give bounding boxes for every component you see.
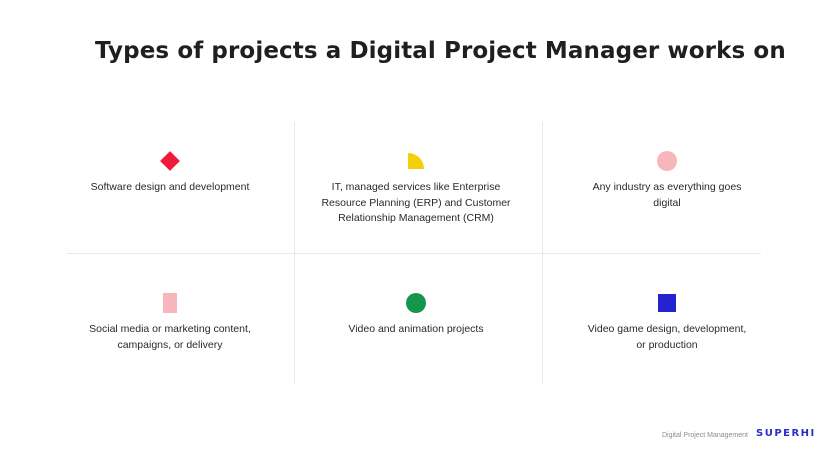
yellow-quarter-circle-icon — [405, 150, 427, 172]
red-diamond-icon — [159, 150, 181, 172]
green-circle-icon — [405, 292, 427, 314]
pink-circle-icon — [656, 150, 678, 172]
project-type-label: IT, managed services like Enterprise Res… — [321, 181, 511, 224]
project-type-label: Any industry as everything goes digital — [592, 181, 742, 209]
project-type-card: Software design and development — [67, 150, 273, 196]
project-types-grid: Software design and development IT, mana… — [67, 122, 761, 384]
project-type-card: IT, managed services like Enterprise Res… — [314, 150, 518, 227]
blue-square-icon — [656, 292, 678, 314]
project-type-card: Social media or marketing content, campa… — [82, 292, 258, 353]
grid-divider — [67, 253, 761, 254]
project-type-label: Social media or marketing content, campa… — [89, 323, 251, 351]
project-type-card: Video game design, development, or produ… — [582, 292, 752, 353]
project-type-label: Software design and development — [90, 181, 250, 193]
pink-rectangle-icon — [159, 292, 181, 314]
project-type-card: Any industry as everything goes digital — [582, 150, 752, 211]
page-title: Types of projects a Digital Project Mana… — [95, 38, 786, 64]
brand-logo: SUPERHI — [756, 428, 816, 439]
footer-label: Digital Project Management — [662, 432, 748, 439]
project-type-label: Video and animation projects — [348, 323, 484, 335]
project-type-label: Video game design, development, or produ… — [587, 323, 747, 351]
project-type-card: Video and animation projects — [314, 292, 518, 338]
